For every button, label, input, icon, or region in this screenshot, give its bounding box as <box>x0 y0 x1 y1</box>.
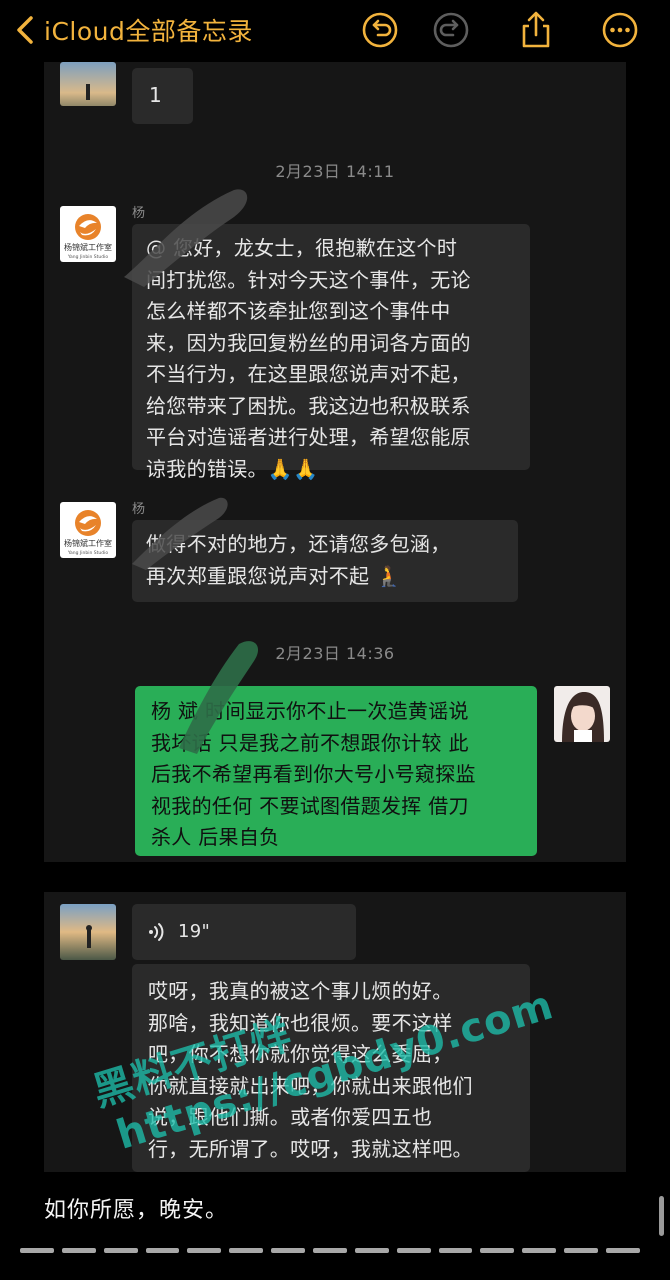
message-line: 视我的任何 不要试图借题发挥 借刀 <box>151 793 469 818</box>
back-button-label: iCloud全部备忘录 <box>44 17 253 46</box>
studio-logo-avatar: 杨锦斌工作室 Yang Jinbin Studio <box>60 502 116 558</box>
voice-message-bubble[interactable]: 19" <box>132 904 356 960</box>
message-text: 1 <box>149 83 163 107</box>
timestamp: 2月23日 14:36 <box>275 644 395 663</box>
voice-duration: 19" <box>178 921 211 943</box>
notes-page: iCloud全部备忘录 1 2月23日 14:11 杨锦斌工作室 Yang Ji… <box>0 0 670 1280</box>
sender-name: 杨 <box>132 206 146 221</box>
message-line: @ 您好，龙女士，很抱歉在这个时 <box>146 236 458 260</box>
message-line: 间打扰您。针对今天这个事件，无论 <box>146 267 471 292</box>
page-indicator-segment <box>480 1248 515 1253</box>
message-line: 后我不希望再看到你大号小号窥探监 <box>151 762 476 786</box>
page-indicator-segment <box>522 1248 557 1253</box>
page-indicator-segment <box>438 1248 473 1253</box>
timestamp: 2月23日 14:11 <box>275 162 395 181</box>
logo-subtext: Yang Jinbin Studio <box>67 254 108 260</box>
share-icon[interactable] <box>516 10 556 50</box>
message-line: 给您带来了困扰。我这边也积极联系 <box>146 393 471 418</box>
redo-icon[interactable] <box>431 10 471 50</box>
page-indicator-segment <box>564 1248 599 1253</box>
message-bubble: 1 <box>132 68 193 124</box>
more-icon[interactable] <box>600 10 640 50</box>
page-indicator-segment <box>187 1248 222 1253</box>
user-avatar <box>554 686 610 742</box>
contact-avatar <box>60 62 116 106</box>
note-body-text[interactable]: 如你所愿，晚安。 <box>44 1192 228 1224</box>
page-indicator-segment <box>229 1248 264 1253</box>
page-indicator-segment <box>396 1248 431 1253</box>
sender-name: 杨 <box>132 502 146 517</box>
page-indicator-segment <box>145 1248 180 1253</box>
chevron-left-icon <box>17 16 33 44</box>
message-line: 做得不对的地方，还请您多包涵， <box>146 532 451 556</box>
studio-logo-avatar: 杨锦斌工作室 Yang Jinbin Studio <box>60 206 116 262</box>
message-line: 谅我的错误。🙏🙏 <box>146 456 319 481</box>
chat-screenshot-1: 1 2月23日 14:11 杨锦斌工作室 Yang Jinbin Studio … <box>44 62 626 862</box>
undo-icon[interactable] <box>360 10 400 50</box>
logo-text: 杨锦斌工作室 <box>64 538 112 548</box>
message-line: 我坏话 只是我之前不想跟你计较 此 <box>151 730 469 755</box>
scrollbar-thumb[interactable] <box>659 1196 664 1236</box>
message-line: 怎么样都不该牵扯您到这个事件中 <box>146 299 451 323</box>
page-indicator-segment <box>20 1248 54 1253</box>
page-indicator-segment <box>271 1248 306 1253</box>
message-line: 平台对造谣者进行处理，希望您能原 <box>146 425 471 449</box>
message-line: 来，因为我回复粉丝的用词各方面的 <box>146 330 471 355</box>
page-indicator <box>20 1248 640 1253</box>
message-line: 杨 斌 时间显示你不止一次造黄谣说 <box>151 699 469 723</box>
logo-subtext: Yang Jinbin Studio <box>67 550 108 556</box>
back-button[interactable]: iCloud全部备忘录 <box>14 8 253 52</box>
message-bubble-apology-2: 做得不对的地方，还请您多包涵， 再次郑重跟您说声对不起 🧎 <box>132 520 518 602</box>
page-indicator-segment <box>313 1248 347 1253</box>
message-line: 不当行为，在这里跟您说声对不起， <box>146 362 471 386</box>
message-bubble-apology: @ 您好，龙女士，很抱歉在这个时 间打扰您。针对今天这个事件，无论 怎么样都不该… <box>132 224 530 481</box>
message-line: 杀人 后果自负 <box>151 825 280 849</box>
voice-wave-icon <box>146 921 168 943</box>
message-line: 再次郑重跟您说声对不起 🧎 <box>146 563 402 588</box>
page-indicator-segment <box>103 1248 138 1253</box>
page-indicator-segment <box>606 1248 640 1253</box>
page-indicator-segment <box>354 1248 389 1253</box>
page-indicator-segment <box>61 1248 96 1253</box>
reply-bubble: 杨 斌 时间显示你不止一次造黄谣说 我坏话 只是我之前不想跟你计较 此 后我不希… <box>135 686 537 856</box>
contact-avatar <box>60 904 116 960</box>
top-navbar: iCloud全部备忘录 <box>0 0 670 60</box>
logo-text: 杨锦斌工作室 <box>64 242 112 252</box>
message-line: 行，无所谓了。哎呀，我就这样吧。 <box>148 1136 473 1161</box>
